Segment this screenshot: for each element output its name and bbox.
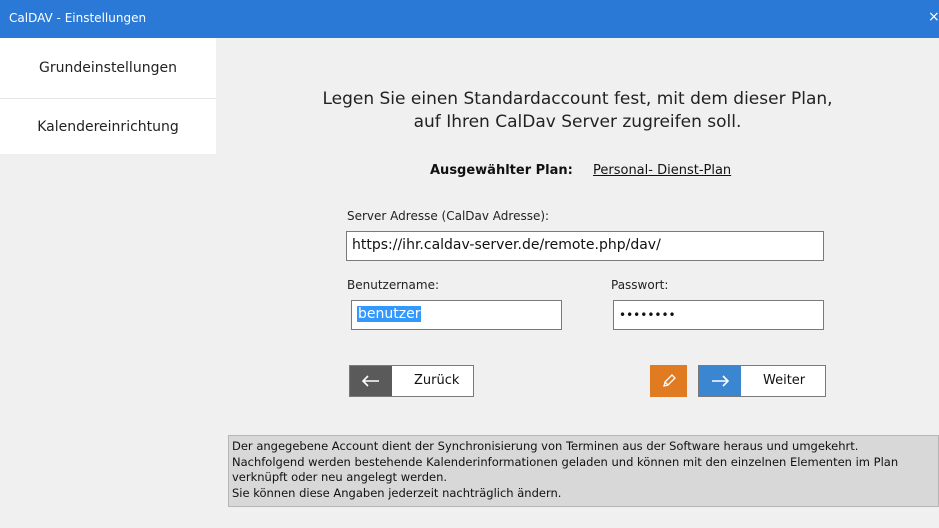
sidebar-item-kalendereinrichtung[interactable]: Kalendereinrichtung [0,99,216,154]
arrow-left-icon [350,366,392,396]
plan-link[interactable]: Personal- Dienst-Plan [593,163,731,178]
password-label: Passwort: [611,278,669,292]
sidebar: Grundeinstellungen Kalendereinrichtung [0,38,216,528]
username-input[interactable]: benutzer [351,300,562,330]
pencil-icon [651,366,686,396]
password-input[interactable]: •••••••• [613,300,824,330]
sidebar-item-label: Grundeinstellungen [39,60,177,76]
arrow-right-icon [699,366,741,396]
password-value: •••••••• [619,308,676,322]
server-address-input[interactable]: https://ihr.caldav-server.de/remote.php/… [346,231,824,261]
back-button[interactable]: Zurück [349,365,474,397]
close-icon[interactable]: × [928,9,939,25]
info-line-4: Sie können diese Angaben jederzeit nacht… [232,485,562,500]
sidebar-item-grundeinstellungen[interactable]: Grundeinstellungen [0,38,216,99]
heading-line-1: Legen Sie einen Standardaccount fest, mi… [322,89,833,109]
next-button-label: Weiter [763,373,806,388]
sidebar-item-label: Kalendereinrichtung [37,118,179,135]
heading-line-2: auf Ihren CalDav Server zugreifen soll. [413,112,742,132]
title-bar: CalDAV - Einstellungen × [0,0,939,38]
page-heading: Legen Sie einen Standardaccount fest, mi… [216,88,939,134]
username-label: Benutzername: [347,278,440,292]
info-line-1: Der angegebene Account dient der Synchro… [232,439,859,453]
edit-button[interactable] [650,365,687,397]
info-line-2: Nachfolgend werden bestehende Kalenderin… [232,454,899,469]
info-line-3: verknüpft oder neu angelegt werden. [232,470,448,484]
window-title: CalDAV - Einstellungen [9,11,147,25]
info-box: Der angegebene Account dient der Synchro… [228,435,939,507]
main-panel: Legen Sie einen Standardaccount fest, mi… [216,38,939,528]
server-address-value: https://ihr.caldav-server.de/remote.php/… [352,237,661,253]
plan-label: Ausgewählter Plan: [430,163,573,178]
username-value: benutzer [357,306,422,322]
back-button-label: Zurück [414,373,460,388]
next-button[interactable]: Weiter [698,365,826,397]
server-label: Server Adresse (CalDav Adresse): [347,209,550,223]
